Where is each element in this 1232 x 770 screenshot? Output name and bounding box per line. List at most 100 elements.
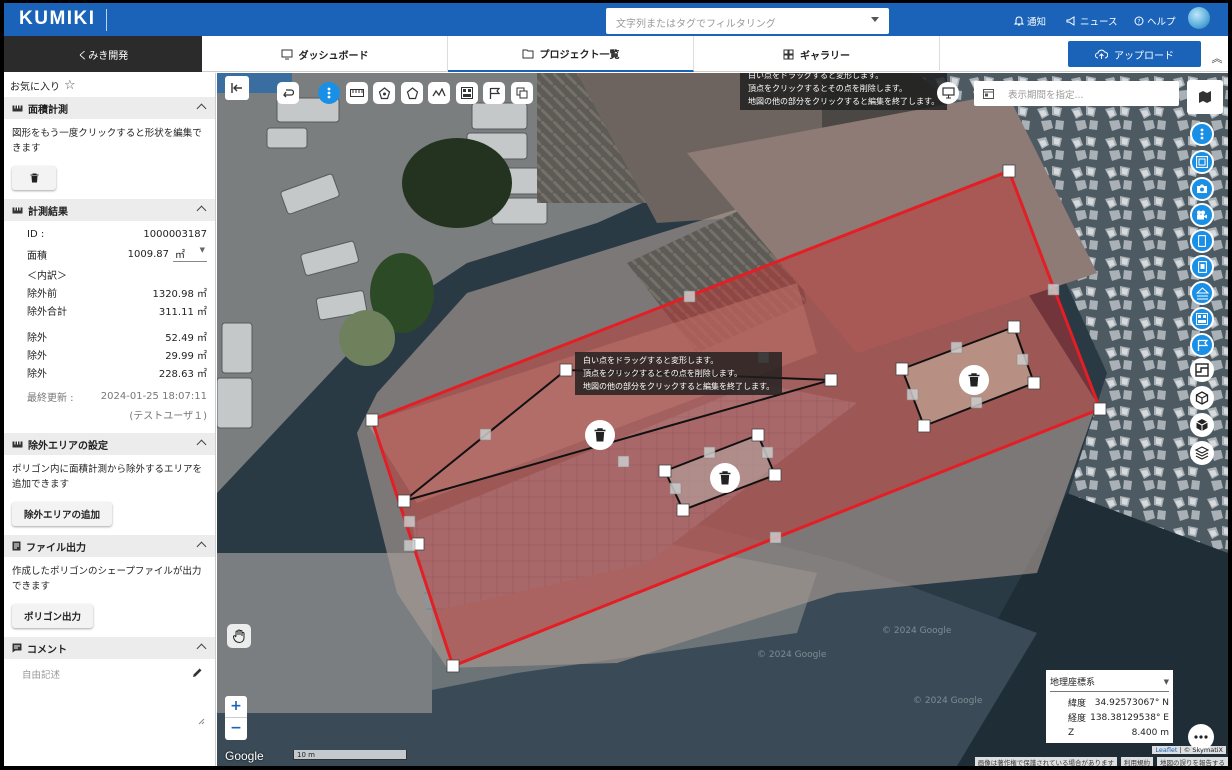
frame-button[interactable] — [1190, 150, 1214, 174]
tooltip-line: 地図の他の部分をクリックすると編集を終了します。 — [583, 382, 775, 391]
monitor-icon — [281, 49, 292, 59]
zoom-control: + − — [225, 696, 247, 740]
attribution-bar: 画像は著作権で保護されている場合があります 利用規約 地図の誤りを報告する — [958, 757, 1228, 766]
upload-button[interactable]: アップロード — [1068, 41, 1201, 67]
delete-exclusion-button[interactable] — [959, 365, 989, 395]
model-3d-button[interactable] — [1190, 413, 1214, 437]
notice-link[interactable]: 通知 — [1014, 14, 1046, 28]
tab-projects[interactable]: プロジェクト一覧 — [448, 36, 694, 72]
bell-icon — [1014, 16, 1024, 26]
date-range-input[interactable]: 表示期間を指定... — [974, 81, 1179, 106]
elevation-button[interactable] — [1190, 281, 1214, 305]
delete-exclusion-button[interactable] — [710, 463, 740, 493]
trash-icon — [594, 428, 606, 442]
tablet-view-button[interactable] — [1190, 255, 1214, 279]
ruler-tool-button[interactable] — [346, 82, 368, 104]
basemap-toggle-button[interactable] — [1187, 80, 1223, 114]
tab-dashboard[interactable]: ダッシュボード — [202, 36, 448, 72]
result-row: 除外前 1320.98 ㎡ — [4, 283, 215, 301]
flag-tool-button[interactable] — [483, 82, 505, 104]
kumiki-logo[interactable]: KUMIKI — [19, 8, 96, 30]
zoom-in-button[interactable]: + — [225, 696, 247, 718]
delete-shape-button[interactable] — [12, 166, 56, 190]
area-unit-select[interactable]: ㎡ ▼ — [173, 246, 207, 262]
options-button[interactable] — [1190, 122, 1214, 146]
row-label: 除外 — [27, 350, 47, 362]
zoom-out-button[interactable]: − — [225, 718, 247, 739]
help-label: ヘルプ — [1147, 17, 1176, 28]
collapse-sidebar-button[interactable] — [225, 76, 249, 100]
monitor-tool-button[interactable] — [937, 82, 959, 104]
photo-button[interactable] — [1190, 177, 1214, 201]
pointcloud-button[interactable] — [1190, 386, 1214, 410]
comment-textarea[interactable]: 自由記述 — [12, 663, 207, 727]
layers-button[interactable] — [1190, 441, 1214, 465]
app-window: KUMIKI 文字列またはタグでフィルタリング 通知 ニュース ? ヘルプ くみ… — [4, 3, 1228, 766]
map-icon — [1199, 91, 1211, 103]
scale-bar: 10 m — [293, 750, 407, 760]
polygon-export-button[interactable]: ポリゴン出力 — [12, 604, 94, 628]
collapse-header-icon[interactable]: ︽ — [1210, 50, 1224, 66]
profile-tool-button[interactable] — [428, 82, 450, 104]
area-measure-desc: 図形をもう一度クリックすると形状を編集できます — [12, 128, 202, 154]
undo-button[interactable] — [277, 82, 299, 104]
resize-handle-icon — [198, 718, 205, 725]
tab-dashboard-label: ダッシュボード — [298, 50, 369, 62]
ruler-icon — [12, 105, 23, 111]
phone-icon — [1198, 235, 1206, 247]
copy-icon — [516, 87, 528, 99]
camera-icon — [1197, 184, 1207, 193]
report-error-link[interactable]: 地図の誤りを報告する — [1157, 757, 1228, 766]
edit-tooltip-top: 白い点をドラッグすると変形します。 頂点をクリックするとその点を削除します。 地… — [740, 73, 948, 110]
imagery-watermark: © 2024 Google — [757, 650, 827, 660]
tag-filter-select[interactable]: 文字列またはタグでフィルタリング — [606, 8, 889, 34]
leaflet-link[interactable]: Leaflet — [1155, 746, 1177, 754]
flag-button[interactable] — [1190, 333, 1214, 357]
comment-header[interactable]: コメント — [4, 637, 215, 659]
flag-icon — [489, 87, 500, 99]
monitor-icon — [941, 87, 955, 99]
hand-icon — [232, 629, 244, 643]
pan-tool-button[interactable] — [227, 624, 251, 648]
star-icon[interactable]: ☆ — [64, 78, 76, 93]
result-header[interactable]: 計測結果 — [4, 199, 215, 221]
help-link[interactable]: ? ヘルプ — [1134, 14, 1176, 28]
workspace-brand[interactable]: くみき開発 — [4, 36, 202, 72]
compare-tool-button[interactable] — [511, 82, 533, 104]
nav-bar: くみき開発 ダッシュボード プロジェクト一覧 ギャラリー アップロード ︽ — [4, 36, 1228, 72]
result-id-row: ID : 1000003187 — [4, 225, 215, 243]
ruler-icon — [12, 441, 23, 447]
news-link[interactable]: ニュース — [1066, 14, 1118, 28]
row-value: 1320.98 ㎡ — [152, 288, 207, 300]
frame-icon — [1196, 156, 1208, 168]
tooltip-line: 白い点をドラッグすると変形します。 — [583, 356, 719, 365]
contour-button[interactable] — [1190, 358, 1214, 382]
tab-gallery[interactable]: ギャラリー — [694, 36, 940, 72]
sidebar: お気に入り ☆ 面積計測 図形をもう一度クリックすると形状を編集できます 計測結… — [4, 73, 216, 766]
map-view[interactable]: 白い点をドラッグすると変形します。 頂点をクリックするとその点を削除します。 地… — [217, 73, 1228, 766]
grid-report-button[interactable] — [1190, 307, 1214, 331]
terms-link[interactable]: 利用規約 — [1121, 757, 1153, 766]
skymatix-credit: | © SkymatiX — [1179, 746, 1223, 754]
exclude-header[interactable]: 除外エリアの設定 — [4, 433, 215, 455]
volume-tool-button[interactable] — [456, 82, 478, 104]
contour-icon — [1195, 363, 1209, 377]
add-exclude-area-button[interactable]: 除外エリアの追加 — [12, 502, 113, 526]
coordinate-panel: 地理座標系 ▼ 緯度 34.92573067° N 経度 138.38129538°… — [1046, 670, 1173, 743]
file-output-header[interactable]: ファイル出力 — [4, 535, 215, 557]
more-tools-button[interactable] — [318, 82, 340, 104]
result-row: 除外 228.63 ㎡ — [4, 363, 215, 381]
calendar-icon — [983, 89, 994, 99]
delete-exclusion-button[interactable] — [585, 420, 615, 450]
coordinate-system-select[interactable]: 地理座標系 ▼ — [1050, 672, 1169, 692]
row-value: 52.49 ㎡ — [165, 332, 207, 344]
tab-gallery-label: ギャラリー — [800, 50, 850, 62]
video-button[interactable] — [1190, 203, 1214, 227]
area-tool-button[interactable] — [373, 82, 395, 104]
mobile-view-button[interactable] — [1190, 229, 1214, 253]
user-avatar[interactable] — [1188, 7, 1210, 29]
area-row: 面積 1009.87 ㎡ ▼ — [4, 243, 215, 265]
area-measure-header[interactable]: 面積計測 — [4, 97, 215, 119]
logo-divider — [106, 9, 107, 31]
polygon-tool-button[interactable] — [401, 82, 423, 104]
